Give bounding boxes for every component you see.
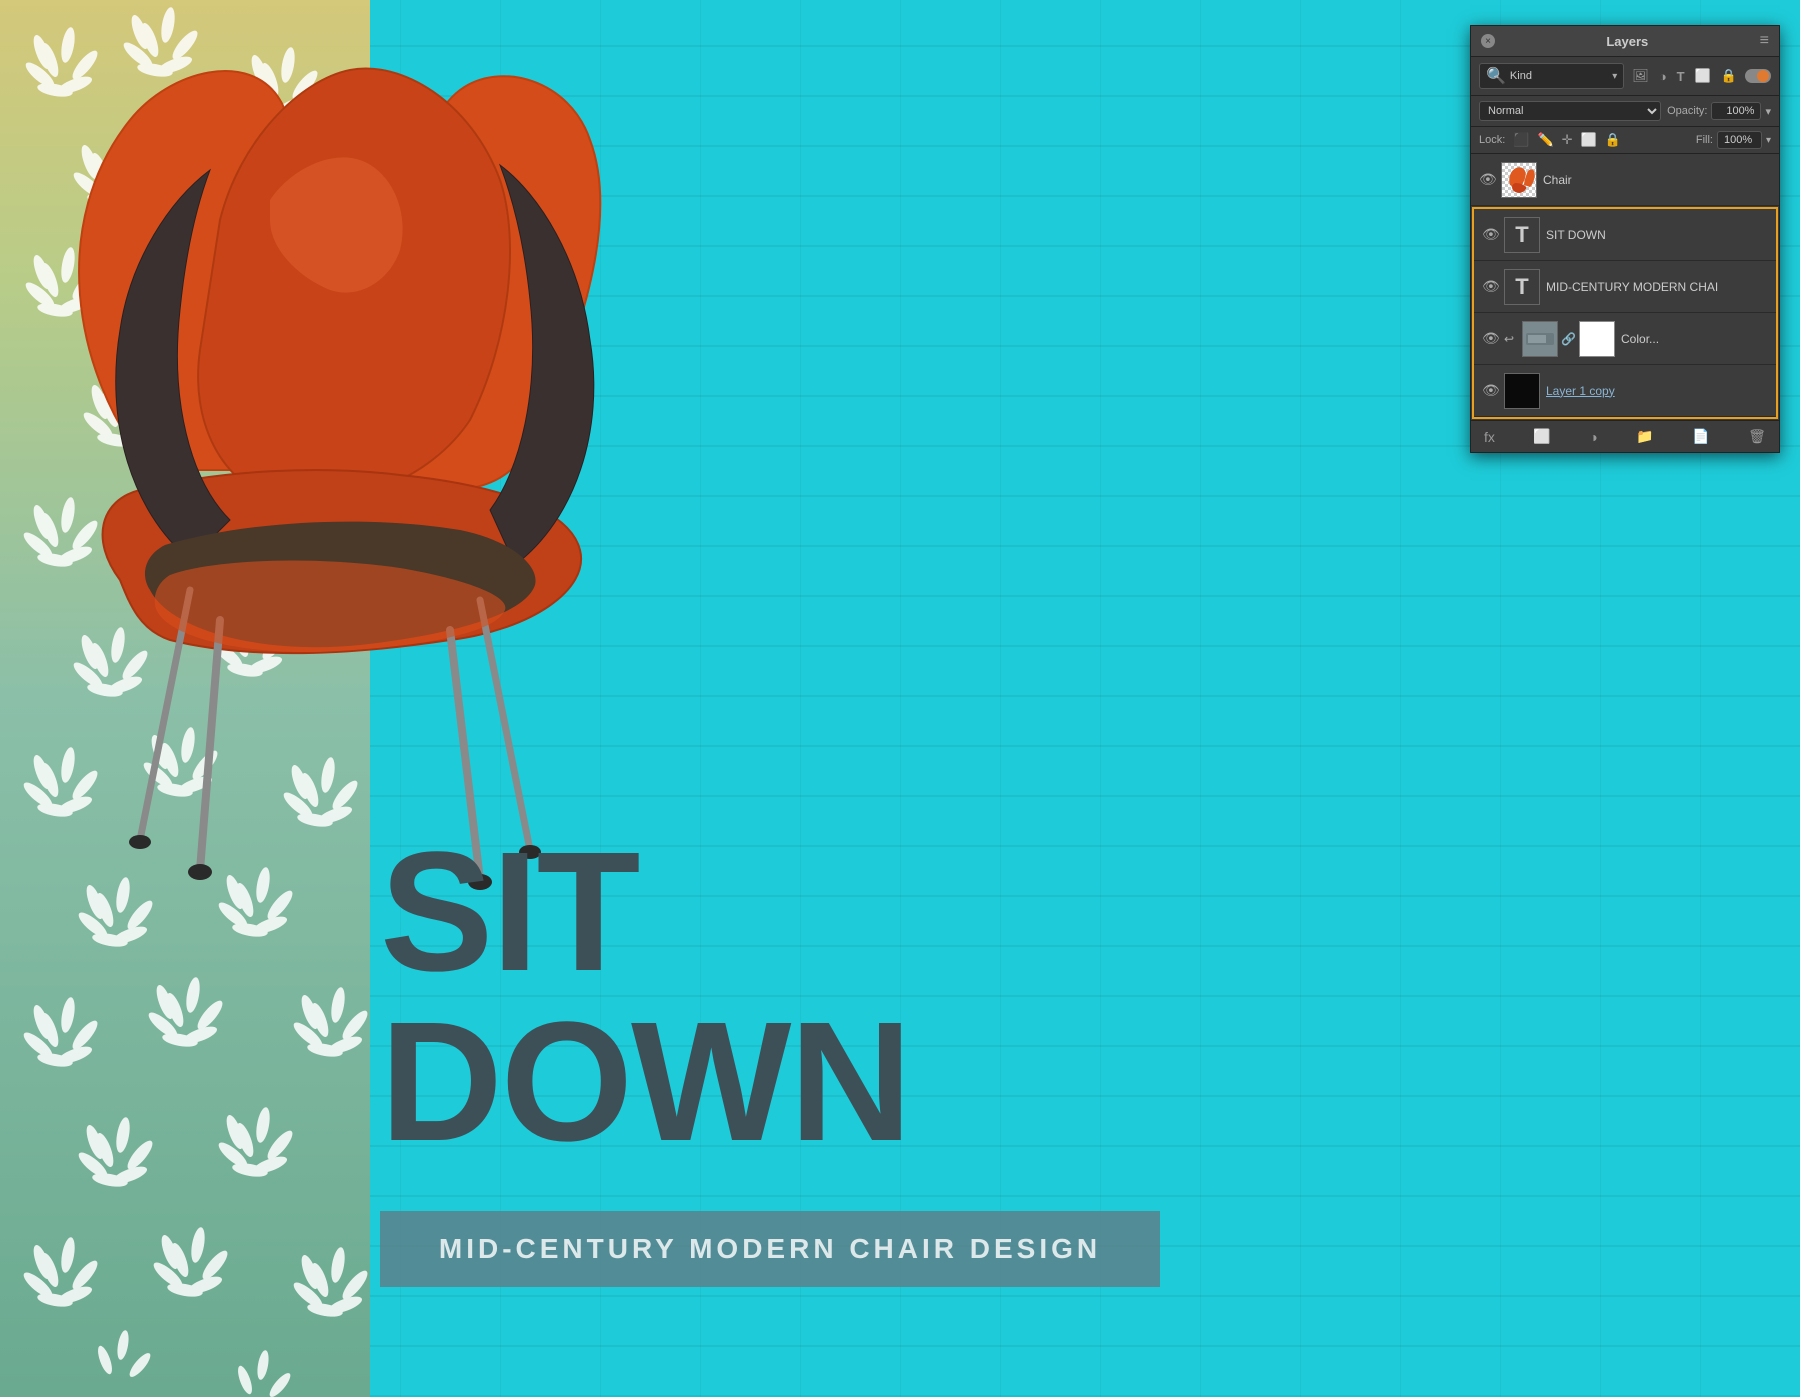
layers-list: 👁 [1471, 154, 1779, 419]
panel-title: Layers [1606, 34, 1648, 49]
layers-panel: × Layers ≡ 🔍 ▾ 🖼 ◑ T ⬜ 🔒 [1470, 25, 1780, 453]
layer-thumbnail-layer1copy [1504, 373, 1540, 409]
lock-icons: ⬛ ✏️ ✛ ⬜ 🔒 [1513, 132, 1621, 148]
canvas-subtitle-text: MID-CENTURY MODERN CHAIR DESIGN [410, 1233, 1130, 1265]
adjustment-button[interactable]: ◑ [1584, 427, 1602, 447]
lock-all-icon[interactable]: 🔒 [1605, 132, 1621, 148]
filter-shape-icon[interactable]: ⬜ [1693, 66, 1713, 86]
filter-adjustment-icon[interactable]: ◑ [1657, 67, 1669, 86]
filter-text-icon[interactable]: T [1675, 67, 1687, 86]
layer-item-chair[interactable]: 👁 [1471, 154, 1779, 206]
layer-item-color[interactable]: 👁 ↩ 🔗 Color... [1474, 313, 1776, 365]
fill-arrow-icon[interactable]: ▾ [1766, 135, 1771, 146]
panel-search-row: 🔍 ▾ 🖼 ◑ T ⬜ 🔒 [1471, 57, 1779, 96]
lock-pixel-icon[interactable]: ⬛ [1513, 132, 1529, 148]
layer-visibility-chair[interactable]: 👁 [1479, 171, 1495, 188]
filter-icons: 🖼 ◑ T ⬜ 🔒 [1630, 66, 1771, 86]
fill-value[interactable]: 100% [1717, 131, 1762, 149]
layer-name-mid-century: MID-CENTURY MODERN CHAI [1546, 280, 1768, 294]
lock-row: Lock: ⬛ ✏️ ✛ ⬜ 🔒 Fill: 100% ▾ [1471, 127, 1779, 154]
layer-item-mid-century[interactable]: 👁 T MID-CENTURY MODERN CHAI [1474, 261, 1776, 313]
fill-label: Fill: [1696, 134, 1713, 146]
opacity-row: Opacity: 100% ▾ [1667, 102, 1771, 120]
filter-smart-icon[interactable]: 🔒 [1719, 66, 1739, 86]
search-box[interactable]: 🔍 ▾ [1479, 63, 1624, 89]
canvas-subtitle-bar: MID-CENTURY MODERN CHAIR DESIGN [380, 1211, 1160, 1287]
canvas-sit-down-text: SIT DOWN [380, 827, 850, 1167]
panel-bottom-toolbar: fx ⬜ ◑ 📁 📄 🗑 [1471, 420, 1779, 452]
group-button[interactable]: 📁 [1631, 426, 1658, 447]
layer-name-chair: Chair [1543, 173, 1771, 187]
panel-titlebar: × Layers ≡ [1471, 26, 1779, 57]
lock-label: Lock: [1479, 134, 1505, 146]
search-icon: 🔍 [1486, 66, 1506, 86]
chain-link-icon: 🔗 [1561, 332, 1576, 346]
layer-thumbnail-color-gray [1522, 321, 1558, 357]
opacity-value[interactable]: 100% [1711, 102, 1761, 120]
delete-layer-button[interactable]: 🗑 [1743, 426, 1771, 447]
blend-mode-select[interactable]: Normal [1479, 101, 1661, 121]
lock-artboard-icon[interactable]: ⬜ [1581, 132, 1597, 148]
lock-brush-icon[interactable]: ✏️ [1537, 132, 1553, 148]
layer-thumbnail-sit-down: T [1504, 217, 1540, 253]
layer-name-sit-down: SIT DOWN [1546, 228, 1768, 242]
layer-visibility-sit-down[interactable]: 👁 [1482, 226, 1498, 243]
fill-area: Fill: 100% ▾ [1696, 131, 1771, 149]
layer-thumbnail-chair [1501, 162, 1537, 198]
mask-button[interactable]: ⬜ [1528, 426, 1555, 447]
layer-visibility-mid-century[interactable]: 👁 [1482, 278, 1498, 295]
layer-visibility-color[interactable]: 👁 [1482, 330, 1498, 347]
filter-toggle[interactable] [1745, 69, 1771, 83]
layer-double-thumb: 🔗 [1522, 321, 1615, 357]
layer-thumbnail-color-white [1579, 321, 1615, 357]
layer-item-layer1copy[interactable]: 👁 Layer 1 copy [1474, 365, 1776, 417]
chair-illustration [0, 20, 820, 920]
opacity-label: Opacity: [1667, 105, 1707, 117]
layer-visibility-layer1copy[interactable]: 👁 [1482, 382, 1498, 399]
filter-image-icon[interactable]: 🖼 [1630, 66, 1651, 86]
panel-close-button[interactable]: × [1481, 34, 1495, 48]
layer-name-layer1copy: Layer 1 copy [1546, 384, 1768, 398]
search-input[interactable] [1510, 70, 1608, 82]
fx-button[interactable]: fx [1479, 427, 1500, 447]
panel-menu-icon[interactable]: ≡ [1760, 32, 1769, 50]
search-dropdown-icon[interactable]: ▾ [1612, 71, 1617, 82]
new-layer-button[interactable]: 📄 [1687, 426, 1714, 447]
lock-move-icon[interactable]: ✛ [1562, 132, 1573, 148]
layer-name-color: Color... [1621, 332, 1768, 346]
blend-row: Normal Opacity: 100% ▾ [1471, 96, 1779, 127]
sublayer-arrow-icon: ↩ [1504, 332, 1514, 346]
canvas-area: SIT DOWN MID-CENTURY MODERN CHAIR DESIGN… [0, 0, 1800, 1397]
layer-group-selected: 👁 T SIT DOWN 👁 T MID-CENTURY MODERN CHAI [1472, 207, 1778, 419]
layer-thumbnail-mid-century: T [1504, 269, 1540, 305]
layer-item-sit-down[interactable]: 👁 T SIT DOWN [1474, 209, 1776, 261]
opacity-arrow-icon[interactable]: ▾ [1765, 105, 1771, 118]
